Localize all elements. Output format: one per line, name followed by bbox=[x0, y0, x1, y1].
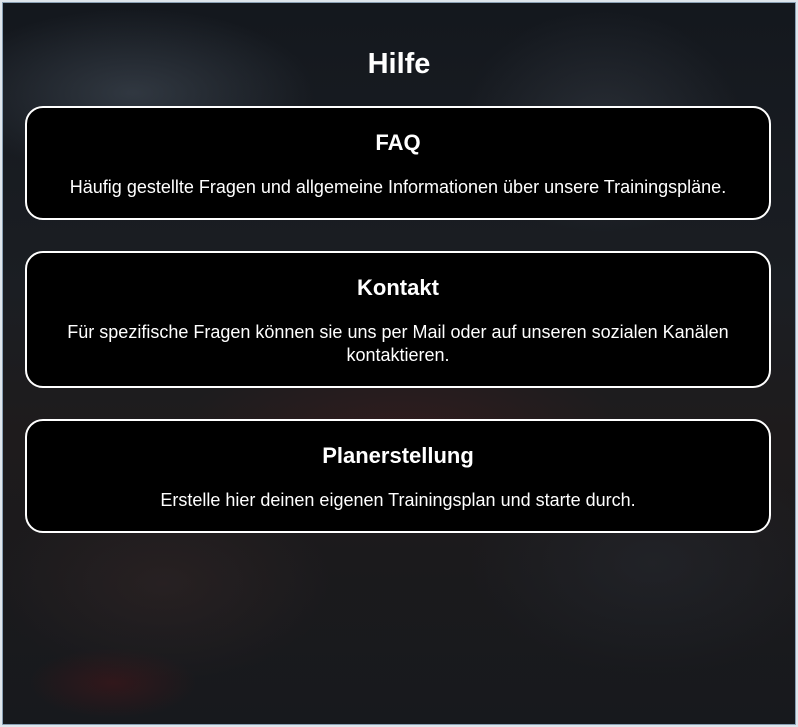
page-title: Hilfe bbox=[367, 48, 431, 80]
faq-card[interactable]: FAQ Häufig gestellte Fragen und allgemei… bbox=[25, 106, 771, 220]
planerstellung-card-title: Planerstellung bbox=[322, 443, 474, 468]
kontakt-card[interactable]: Kontakt Für spezifische Fragen können si… bbox=[25, 251, 771, 388]
faq-card-text: Häufig gestellte Fragen und allgemeine I… bbox=[69, 177, 727, 197]
page-frame: Hilfe FAQ Häufig gestellte Fragen und al… bbox=[2, 2, 796, 725]
faq-card-title: FAQ bbox=[375, 130, 421, 155]
planerstellung-card[interactable]: Planerstellung Erstelle hier deinen eige… bbox=[25, 419, 771, 533]
planerstellung-card-text: Erstelle hier deinen eigenen Trainingspl… bbox=[160, 490, 636, 510]
kontakt-card-text: Für spezifische Fragen können sie uns pe… bbox=[67, 322, 729, 365]
kontakt-card-title: Kontakt bbox=[357, 275, 439, 300]
